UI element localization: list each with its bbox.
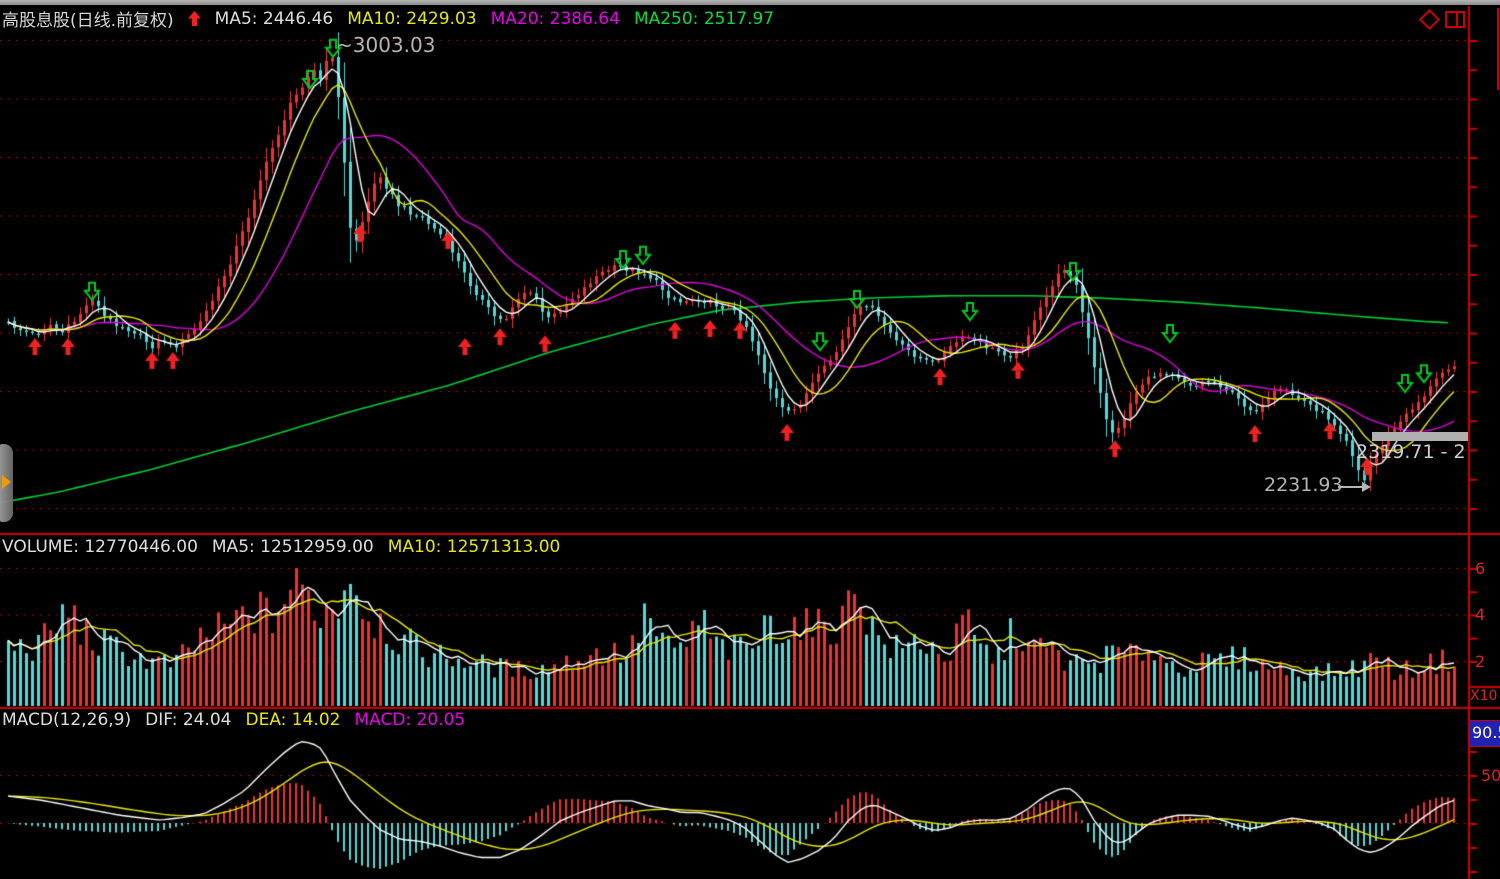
macd-axis-label-50: 50 [1481,766,1500,785]
trading-app-window: 高股息股(日线.前复权) MA5: 2446.46 MA10: 2429.03 … [0,0,1500,879]
low-annotation-arrow [1338,486,1362,488]
volume-ma10-label: MA10: 12571313.00 [388,537,561,557]
macd-title-label: MACD(12,26,9) [2,710,131,730]
volume-ma5-label: MA5: 12512959.00 [212,537,374,557]
window-right-border [1497,8,1499,90]
dea-label: DEA: 14.02 [246,710,341,730]
expand-right-icon [2,475,11,489]
ma5-label: MA5: 2446.46 [215,9,334,29]
macd-panel-header: MACD(12,26,9) DIF: 24.04 DEA: 14.02 MACD… [2,710,465,730]
sidebar-expander-handle[interactable] [0,444,13,522]
macd-value-label: MACD: 20.05 [354,710,465,730]
volume-axis-label-4: 4 [1475,605,1485,624]
up-arrow-icon [188,11,201,26]
chart-window-controls [1422,11,1465,28]
volume-label: VOLUME: 12770446.00 [2,537,198,557]
dif-label: DIF: 24.04 [145,710,231,730]
peak-price-annotation: ~3003.03 [336,33,435,57]
split-window-icon[interactable] [1445,11,1465,28]
charts-canvas[interactable] [0,0,1500,879]
volume-unit-label: X10 [1470,688,1500,704]
ma250-label: MA250: 2517.97 [634,9,774,29]
split-line [1456,13,1458,26]
macd-readout-badge: 90.5 [1469,720,1500,747]
range-tooltip-text: 2319.71 - 2 [1356,441,1468,463]
volume-panel-header: VOLUME: 12770446.00 MA5: 12512959.00 MA1… [2,537,560,557]
window-titlebar-edge [0,0,1500,5]
ma10-label: MA10: 2429.03 [347,9,476,29]
ma20-label: MA20: 2386.64 [491,9,620,29]
low-price-annotation: 2231.93 [1264,474,1343,496]
range-tooltip-bar [1372,432,1468,441]
symbol-title: 高股息股(日线.前复权) [2,6,174,31]
main-chart-header: 高股息股(日线.前复权) MA5: 2446.46 MA10: 2429.03 … [2,6,774,31]
volume-axis-label-2: 2 [1475,652,1485,671]
diamond-icon[interactable] [1419,9,1440,30]
volume-axis-label-6: 6 [1475,559,1485,578]
